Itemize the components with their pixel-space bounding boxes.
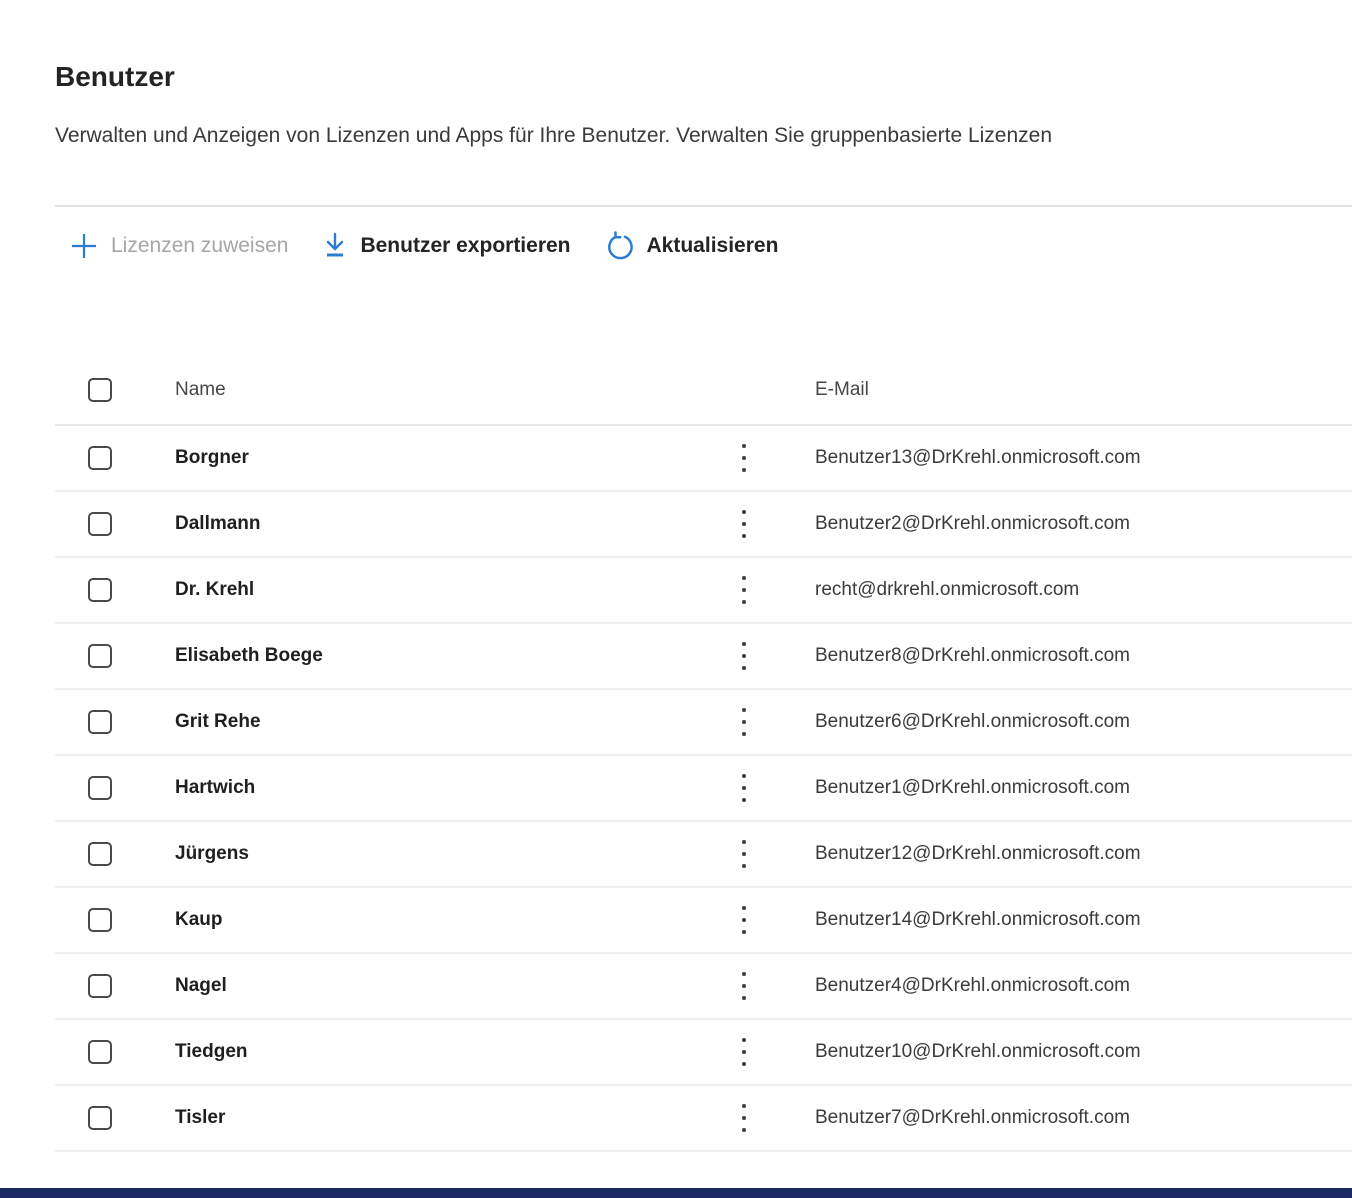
row-checkbox[interactable] xyxy=(88,1106,112,1130)
kebab-icon xyxy=(742,444,746,448)
footer-bar xyxy=(0,1188,1352,1198)
user-name: Dr. Krehl xyxy=(175,579,740,601)
table-row[interactable]: Grit Rehe Benutzer6@DrKrehl.onmicrosoft.… xyxy=(55,690,1352,756)
column-header-email[interactable]: E-Mail xyxy=(815,379,1352,401)
users-page: Benutzer Verwalten und Anzeigen von Lize… xyxy=(0,0,1352,1152)
kebab-icon xyxy=(742,1104,746,1108)
table-row[interactable]: Dr. Krehl recht@drkrehl.onmicrosoft.com xyxy=(55,558,1352,624)
row-checkbox-cell xyxy=(55,908,175,932)
kebab-icon xyxy=(742,972,746,976)
toolbar: Lizenzen zuweisen Benutzer exportieren A… xyxy=(55,207,1352,285)
users-table: Name E-Mail Borgner Benutzer13@DrKrehl.o… xyxy=(55,356,1352,1152)
row-checkbox-cell xyxy=(55,512,175,536)
kebab-icon xyxy=(742,642,746,646)
table-row[interactable]: Hartwich Benutzer1@DrKrehl.onmicrosoft.c… xyxy=(55,756,1352,822)
user-name: Grit Rehe xyxy=(175,711,740,733)
select-all-cell xyxy=(55,378,175,402)
row-more-options-button[interactable] xyxy=(740,840,815,868)
user-email: Benutzer7@DrKrehl.onmicrosoft.com xyxy=(815,1107,1352,1129)
user-email: Benutzer4@DrKrehl.onmicrosoft.com xyxy=(815,975,1352,997)
user-name: Tiedgen xyxy=(175,1041,740,1063)
row-checkbox[interactable] xyxy=(88,1040,112,1064)
kebab-icon xyxy=(742,906,746,910)
kebab-icon xyxy=(742,840,746,844)
user-name: Dallmann xyxy=(175,513,740,535)
row-checkbox-cell xyxy=(55,1106,175,1130)
kebab-icon xyxy=(742,774,746,778)
user-email: recht@drkrehl.onmicrosoft.com xyxy=(815,579,1352,601)
table-row[interactable]: Tiedgen Benutzer10@DrKrehl.onmicrosoft.c… xyxy=(55,1020,1352,1086)
download-icon xyxy=(322,231,348,261)
table-row[interactable]: Kaup Benutzer14@DrKrehl.onmicrosoft.com xyxy=(55,888,1352,954)
kebab-icon xyxy=(742,510,746,514)
row-more-options-button[interactable] xyxy=(740,444,815,472)
user-name: Nagel xyxy=(175,975,740,997)
row-checkbox-cell xyxy=(55,974,175,998)
row-more-options-button[interactable] xyxy=(740,642,815,670)
table-row[interactable]: Borgner Benutzer13@DrKrehl.onmicrosoft.c… xyxy=(55,426,1352,492)
user-email: Benutzer13@DrKrehl.onmicrosoft.com xyxy=(815,447,1352,469)
table-row[interactable]: Elisabeth Boege Benutzer8@DrKrehl.onmicr… xyxy=(55,624,1352,690)
column-header-name[interactable]: Name xyxy=(175,379,740,401)
user-email: Benutzer14@DrKrehl.onmicrosoft.com xyxy=(815,909,1352,931)
row-more-options-button[interactable] xyxy=(740,510,815,538)
user-rows: Borgner Benutzer13@DrKrehl.onmicrosoft.c… xyxy=(55,426,1352,1152)
row-checkbox[interactable] xyxy=(88,908,112,932)
user-name: Tisler xyxy=(175,1107,740,1129)
user-name: Hartwich xyxy=(175,777,740,799)
row-more-options-button[interactable] xyxy=(740,576,815,604)
row-checkbox[interactable] xyxy=(88,776,112,800)
row-more-options-button[interactable] xyxy=(740,1038,815,1066)
table-row[interactable]: Jürgens Benutzer12@DrKrehl.onmicrosoft.c… xyxy=(55,822,1352,888)
row-more-options-button[interactable] xyxy=(740,774,815,802)
assign-licenses-button[interactable]: Lizenzen zuweisen xyxy=(69,231,288,261)
refresh-button[interactable]: Aktualisieren xyxy=(605,231,779,261)
user-email: Benutzer2@DrKrehl.onmicrosoft.com xyxy=(815,513,1352,535)
user-email: Benutzer6@DrKrehl.onmicrosoft.com xyxy=(815,711,1352,733)
table-row[interactable]: Nagel Benutzer4@DrKrehl.onmicrosoft.com xyxy=(55,954,1352,1020)
assign-licenses-label: Lizenzen zuweisen xyxy=(111,234,288,258)
export-users-button[interactable]: Benutzer exportieren xyxy=(322,231,570,261)
row-more-options-button[interactable] xyxy=(740,972,815,1000)
row-more-options-button[interactable] xyxy=(740,1104,815,1132)
row-checkbox-cell xyxy=(55,776,175,800)
row-checkbox[interactable] xyxy=(88,710,112,734)
row-checkbox-cell xyxy=(55,578,175,602)
user-email: Benutzer1@DrKrehl.onmicrosoft.com xyxy=(815,777,1352,799)
refresh-icon xyxy=(605,231,635,261)
row-more-options-button[interactable] xyxy=(740,708,815,736)
row-checkbox[interactable] xyxy=(88,644,112,668)
user-email: Benutzer10@DrKrehl.onmicrosoft.com xyxy=(815,1041,1352,1063)
table-row[interactable]: Tisler Benutzer7@DrKrehl.onmicrosoft.com xyxy=(55,1086,1352,1152)
plus-icon xyxy=(69,231,99,261)
row-checkbox[interactable] xyxy=(88,512,112,536)
row-checkbox-cell xyxy=(55,446,175,470)
table-row[interactable]: Dallmann Benutzer2@DrKrehl.onmicrosoft.c… xyxy=(55,492,1352,558)
kebab-icon xyxy=(742,708,746,712)
select-all-checkbox[interactable] xyxy=(88,378,112,402)
kebab-icon xyxy=(742,576,746,580)
user-name: Elisabeth Boege xyxy=(175,645,740,667)
user-email: Benutzer12@DrKrehl.onmicrosoft.com xyxy=(815,843,1352,865)
row-checkbox-cell xyxy=(55,1040,175,1064)
row-checkbox[interactable] xyxy=(88,974,112,998)
user-email: Benutzer8@DrKrehl.onmicrosoft.com xyxy=(815,645,1352,667)
user-name: Jürgens xyxy=(175,843,740,865)
row-checkbox-cell xyxy=(55,842,175,866)
kebab-icon xyxy=(742,1038,746,1042)
user-name: Borgner xyxy=(175,447,740,469)
row-checkbox-cell xyxy=(55,644,175,668)
refresh-label: Aktualisieren xyxy=(647,234,779,258)
row-checkbox[interactable] xyxy=(88,578,112,602)
page-title: Benutzer xyxy=(55,0,1352,94)
user-name: Kaup xyxy=(175,909,740,931)
row-checkbox[interactable] xyxy=(88,842,112,866)
table-header-row: Name E-Mail xyxy=(55,356,1352,426)
row-more-options-button[interactable] xyxy=(740,906,815,934)
page-description: Verwalten und Anzeigen von Lizenzen und … xyxy=(55,122,1352,150)
row-checkbox-cell xyxy=(55,710,175,734)
export-users-label: Benutzer exportieren xyxy=(360,234,570,258)
row-checkbox[interactable] xyxy=(88,446,112,470)
